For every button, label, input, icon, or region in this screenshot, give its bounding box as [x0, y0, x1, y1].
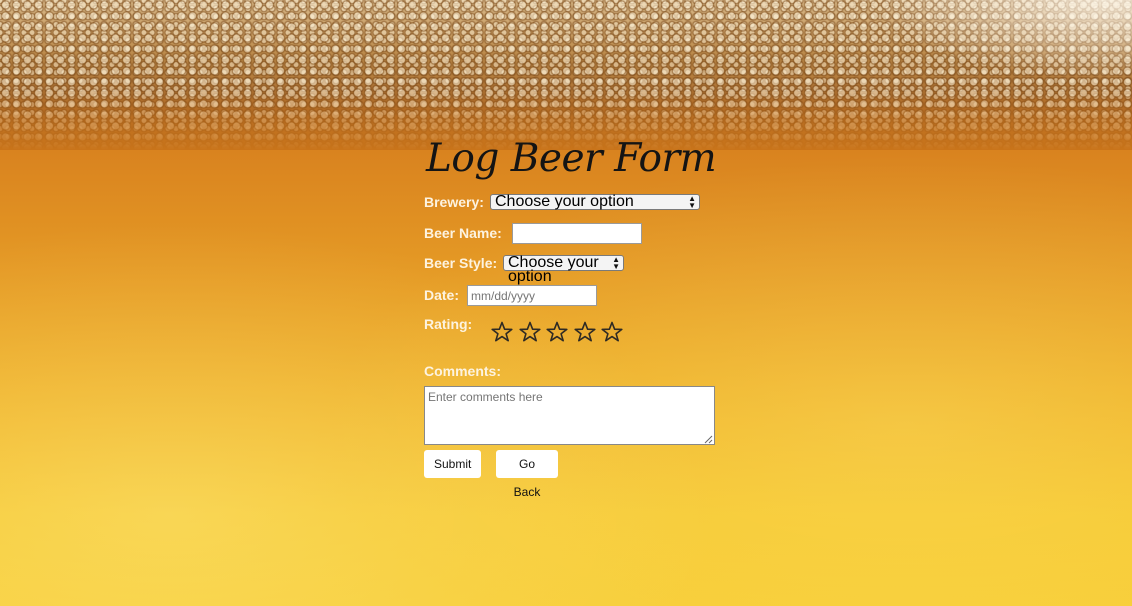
comments-textarea[interactable]	[424, 386, 715, 445]
beer-style-select[interactable]: Choose your option ▲ ▼	[503, 255, 624, 285]
star-outline-icon[interactable]	[573, 321, 596, 343]
date-row: Date:	[424, 285, 724, 314]
star-outline-icon[interactable]	[491, 321, 513, 343]
beer-name-input[interactable]	[512, 223, 642, 244]
beer-name-label: Beer Name:	[424, 225, 502, 241]
go-back-button[interactable]: Go Back	[496, 450, 558, 499]
brewery-select[interactable]: Choose your option ▲ ▼	[490, 194, 700, 210]
brewery-row: Brewery: Choose your option ▲ ▼	[424, 192, 724, 223]
date-input[interactable]	[467, 285, 597, 306]
beer-style-label: Beer Style:	[424, 255, 498, 271]
brewery-label: Brewery:	[424, 194, 484, 210]
beer-style-selected-value: Choose your option	[508, 254, 599, 285]
select-arrows-icon: ▲ ▼	[688, 194, 696, 210]
comments-label: Comments:	[424, 363, 502, 379]
star-outline-icon[interactable]	[546, 321, 568, 343]
select-arrows-icon: ▲ ▼	[612, 255, 620, 271]
submit-button[interactable]: Submit	[424, 450, 481, 478]
resize-grip-icon[interactable]	[704, 435, 713, 444]
rating-label: Rating:	[424, 316, 473, 332]
beer-name-row: Beer Name:	[424, 223, 724, 254]
log-beer-form: Log Beer Form Brewery: Choose your optio…	[424, 134, 724, 499]
brewery-selected-value: Choose your option	[495, 193, 634, 210]
star-outline-icon[interactable]	[518, 321, 541, 343]
beer-style-row: Beer Style: Choose your option ▲ ▼	[424, 254, 724, 285]
rating-stars	[491, 321, 629, 343]
rating-row: Rating:	[424, 314, 724, 358]
star-outline-icon[interactable]	[601, 321, 623, 343]
date-label: Date:	[424, 287, 460, 303]
beer-foam-background	[0, 0, 1132, 150]
form-title: Log Beer Form	[426, 136, 717, 181]
